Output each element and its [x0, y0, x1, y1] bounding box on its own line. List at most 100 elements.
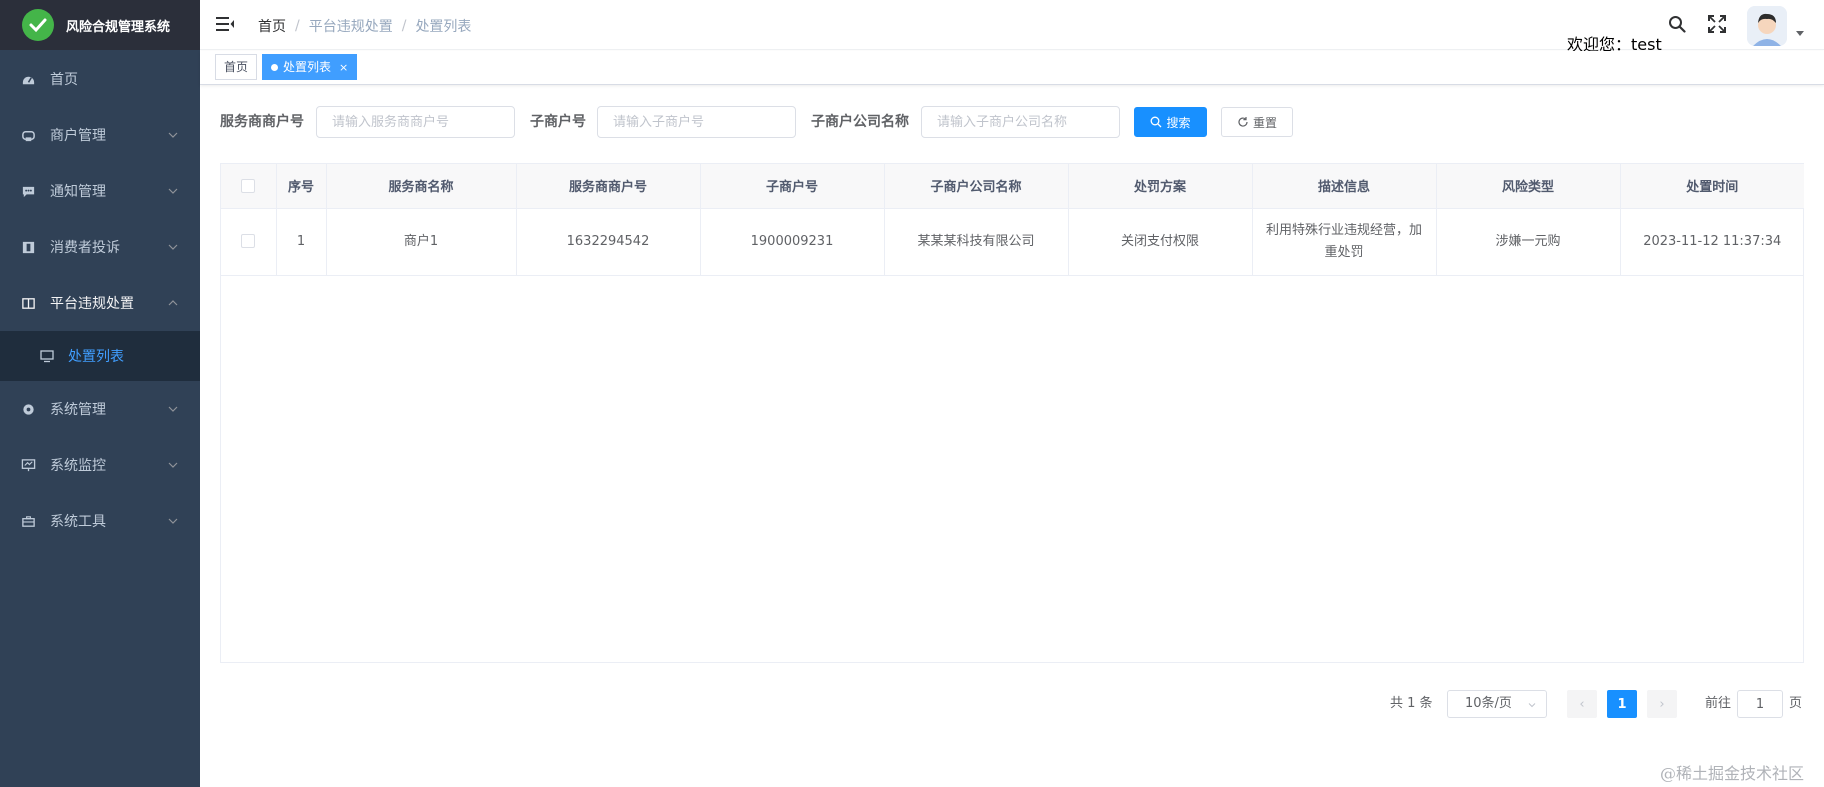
select-all-cell: [221, 164, 277, 209]
sub-merchant-name-label: 子商户公司名称: [811, 114, 909, 130]
search-button-label: 搜索: [1166, 115, 1191, 130]
column-header: 处罚方案: [1068, 164, 1253, 209]
column-header: 服务商商户号: [516, 164, 701, 209]
service-merchant-no-input[interactable]: [316, 106, 515, 138]
tag-home[interactable]: 首页: [215, 54, 258, 80]
app-title: 风险合规管理系统: [66, 19, 171, 35]
disposal-table: 序号 服务商名称 服务商商户号 子商户号 子商户公司名称 处罚方案 描述信息 风…: [220, 163, 1804, 663]
breadcrumb-violation: 平台违规处置: [308, 19, 393, 35]
search-icon[interactable]: [1668, 15, 1686, 33]
sidebar-item-violation[interactable]: 平台违规处置: [0, 275, 200, 331]
sub-merchant-name-input[interactable]: [921, 106, 1120, 138]
table-cell: 1632294542: [516, 208, 701, 276]
service-merchant-no-label: 服务商商户号: [220, 114, 304, 130]
gear-icon: [20, 401, 36, 417]
sidebar-item-label: 系统监控: [50, 458, 106, 474]
sidebar-item-complaint[interactable]: 消费者投诉: [0, 219, 200, 275]
prev-page-button[interactable]: ‹: [1567, 690, 1597, 718]
chevron-down-icon: [168, 462, 178, 468]
sidebar-item-tools[interactable]: 系统工具: [0, 493, 200, 549]
user-avatar[interactable]: [1747, 6, 1787, 46]
column-header: 序号: [276, 164, 327, 209]
monitor-icon: [40, 349, 54, 363]
table-cell: 某某某科技有限公司: [884, 208, 1069, 276]
sidebar-item-label: 通知管理: [50, 184, 106, 200]
merchant-icon: [20, 127, 36, 143]
next-page-button[interactable]: ›: [1647, 690, 1677, 718]
select-all-checkbox[interactable]: [241, 178, 256, 193]
chevron-down-icon: [168, 244, 178, 250]
pagination-total: 共 1 条: [1390, 696, 1433, 711]
breadcrumb-home[interactable]: 首页: [258, 16, 286, 36]
close-icon[interactable]: ×: [339, 61, 348, 74]
goto-label: 前往: [1705, 696, 1732, 711]
tags-view: 首页 处置列表 ×: [200, 51, 1824, 85]
column-header: 处置时间: [1620, 164, 1804, 209]
app-logo[interactable]: 风险合规管理系统: [0, 0, 200, 50]
monitor-icon: [20, 457, 36, 473]
column-header: 描述信息: [1252, 164, 1437, 209]
tag-disposal-list[interactable]: 处置列表 ×: [262, 54, 358, 80]
table-cell: 关闭支付权限: [1068, 208, 1253, 276]
chevron-up-icon: [168, 300, 178, 306]
sidebar-subitem-label: 处置列表: [68, 349, 124, 365]
watermark: @稀土掘金技术社区: [1660, 764, 1805, 783]
chevron-down-icon: [168, 518, 178, 524]
page-size-value: 10条/页: [1465, 696, 1512, 711]
sidebar-subitem-disposal-list[interactable]: 处置列表: [0, 331, 200, 381]
chevron-down-icon: [168, 406, 178, 412]
complaint-icon: [20, 239, 36, 255]
table-header-row: 序号 服务商名称 服务商商户号 子商户号 子商户公司名称 处罚方案 描述信息 风…: [221, 164, 1804, 209]
sidebar-item-merchant[interactable]: 商户管理: [0, 107, 200, 163]
sidebar-item-label: 系统管理: [50, 402, 106, 418]
row-select-cell: [221, 208, 277, 276]
hamburger-icon[interactable]: [216, 16, 234, 32]
breadcrumb-separator: /: [295, 18, 300, 34]
sidebar-item-label: 首页: [50, 72, 78, 88]
breadcrumb: 首页 / 平台违规处置 / 处置列表: [258, 16, 471, 36]
reset-button-label: 重置: [1252, 115, 1277, 130]
sidebar-item-home[interactable]: 首页: [0, 51, 200, 107]
reset-button[interactable]: 重置: [1221, 107, 1293, 137]
sub-merchant-no-label: 子商户号: [530, 114, 586, 130]
sidebar-item-label: 消费者投诉: [50, 240, 120, 256]
table-icon: [20, 295, 36, 311]
fullscreen-icon[interactable]: [1708, 15, 1726, 33]
column-header: 风险类型: [1436, 164, 1621, 209]
dashboard-icon: [20, 71, 36, 87]
navbar: 首页 / 平台违规处置 / 处置列表 欢迎您：test: [200, 0, 1824, 54]
sidebar-item-label: 商户管理: [50, 128, 106, 144]
page-size-select[interactable]: 10条/页: [1447, 690, 1547, 718]
table-cell: 商户1: [326, 208, 517, 276]
column-header: 子商户公司名称: [884, 164, 1069, 209]
sidebar-item-monitor[interactable]: 系统监控: [0, 437, 200, 493]
sidebar-item-notice[interactable]: 通知管理: [0, 163, 200, 219]
table-cell: 涉嫌一元购: [1436, 208, 1621, 276]
sidebar-item-label: 平台违规处置: [50, 296, 134, 312]
message-icon: [20, 183, 36, 199]
search-button[interactable]: 搜索: [1134, 107, 1207, 137]
tag-label: 处置列表: [283, 60, 332, 74]
caret-down-icon[interactable]: [1796, 31, 1804, 36]
toolbox-icon: [20, 513, 36, 529]
wechat-pay-logo-icon: [22, 9, 54, 41]
table-cell: 1: [276, 208, 327, 276]
column-header: 服务商名称: [326, 164, 517, 209]
table-cell: 利用特殊行业违规经营，加重处罚: [1252, 208, 1437, 276]
sidebar-item-label: 系统工具: [50, 514, 106, 530]
breadcrumb-separator: /: [401, 18, 407, 34]
sub-merchant-no-input[interactable]: [597, 106, 796, 138]
chevron-down-icon: [168, 188, 178, 194]
goto-page-input[interactable]: [1737, 690, 1783, 718]
page-number-button[interactable]: 1: [1607, 690, 1637, 718]
sidebar-item-system[interactable]: 系统管理: [0, 381, 200, 437]
row-checkbox[interactable]: [241, 234, 256, 248]
table-row[interactable]: 1 商户1 1632294542 1900009231 某某某科技有限公司 关闭…: [221, 208, 1804, 276]
column-header: 子商户号: [700, 164, 885, 209]
chevron-down-icon: [168, 132, 178, 138]
active-dot-icon: [271, 64, 278, 71]
table-cell: 1900009231: [700, 208, 885, 276]
refresh-icon: [1238, 117, 1248, 127]
breadcrumb-current: 处置列表: [415, 19, 472, 35]
sidebar: 风险合规管理系统 首页 商户管理 通知管理 消费者投诉 平台违规处置 处置列表 …: [0, 0, 200, 787]
